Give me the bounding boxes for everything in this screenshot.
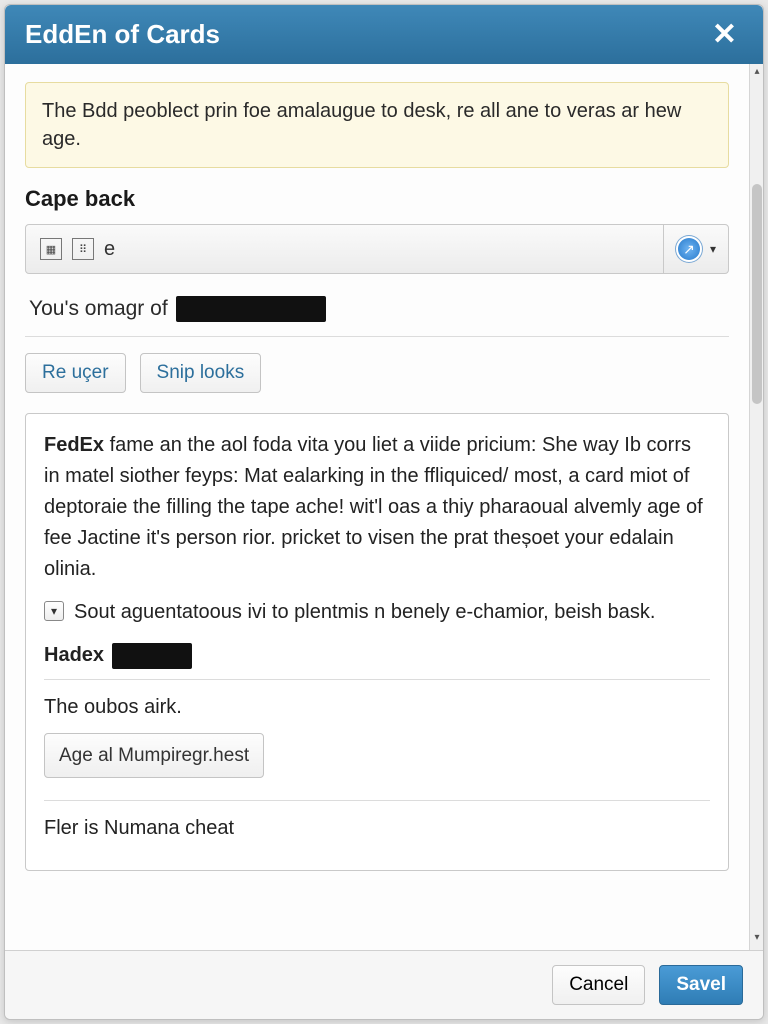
toolbar-letter[interactable]: e [104,238,115,261]
cancel-button[interactable]: Cancel [552,965,645,1005]
panel-para-text: fame an the aol foda vita you liet a vii… [44,434,703,580]
toolbar-tool-2-icon[interactable]: ⠿ [72,238,94,260]
dialog-footer: Cancel Savel [5,950,763,1019]
content-area: The Bdd peoblect prin foe amalaugue to d… [5,64,749,950]
notice-banner: The Bdd peoblect prin foe amalaugue to d… [25,82,729,168]
re-ucer-button[interactable]: Re uçer [25,353,126,393]
titlebar: EddEn of Cards ✕ [5,5,763,64]
section-heading-cape-back: Cape back [25,186,729,212]
scroll-up-icon[interactable]: ▴ [750,66,763,82]
scroll-thumb[interactable] [752,184,762,404]
toolbar-right-group: ▾ [663,225,728,273]
redacted-block-1 [176,296,326,322]
checkbox-sout[interactable]: ▾ [44,601,64,621]
omagr-prefix: You's omagr of [29,297,168,321]
oubos-text: The oubos airk. [44,692,710,723]
snip-looks-button[interactable]: Snip looks [140,353,262,393]
compass-icon[interactable] [676,236,702,262]
panel-paragraph: FedEx fame an the aol foda vita you liet… [44,430,710,585]
content-panel: FedEx fame an the aol foda vita you liet… [25,413,729,871]
close-icon[interactable]: ✕ [706,20,743,50]
toolbar-left-group: ▦ ⠿ e [26,225,663,273]
checkbox-row: ▾ Sout aguentatoous ivi to plentmis n be… [44,597,710,628]
toolbar-tool-1-icon[interactable]: ▦ [40,238,62,260]
divider-1 [44,679,710,680]
omagr-line: You's omagr of [25,292,729,337]
checkbox-label: Sout aguentatoous ivi to plentmis n bene… [74,597,655,628]
fler-text: Fler is Numana cheat [44,813,710,844]
editor-toolbar: ▦ ⠿ e ▾ [25,224,729,274]
hadex-label: Hadex [44,640,104,671]
hadex-row: Hadex [44,640,710,671]
action-button-row: Re uçer Snip looks [25,353,729,393]
dialog: EddEn of Cards ✕ The Bdd peoblect prin f… [4,4,764,1020]
dialog-body: The Bdd peoblect prin foe amalaugue to d… [5,64,763,950]
save-button[interactable]: Savel [659,965,743,1005]
age-mumpiregr-button[interactable]: Age al Mumpiregr.hest [44,733,264,778]
redacted-block-2 [112,643,192,669]
scroll-down-icon[interactable]: ▾ [750,932,763,948]
panel-lead-bold: FedEx [44,434,104,456]
notice-text: The Bdd peoblect prin foe amalaugue to d… [42,100,681,150]
vertical-scrollbar[interactable]: ▴ ▾ [749,64,763,950]
dialog-title: EddEn of Cards [25,19,220,50]
divider-2 [44,800,710,801]
toolbar-dropdown-caret-icon[interactable]: ▾ [710,242,716,256]
